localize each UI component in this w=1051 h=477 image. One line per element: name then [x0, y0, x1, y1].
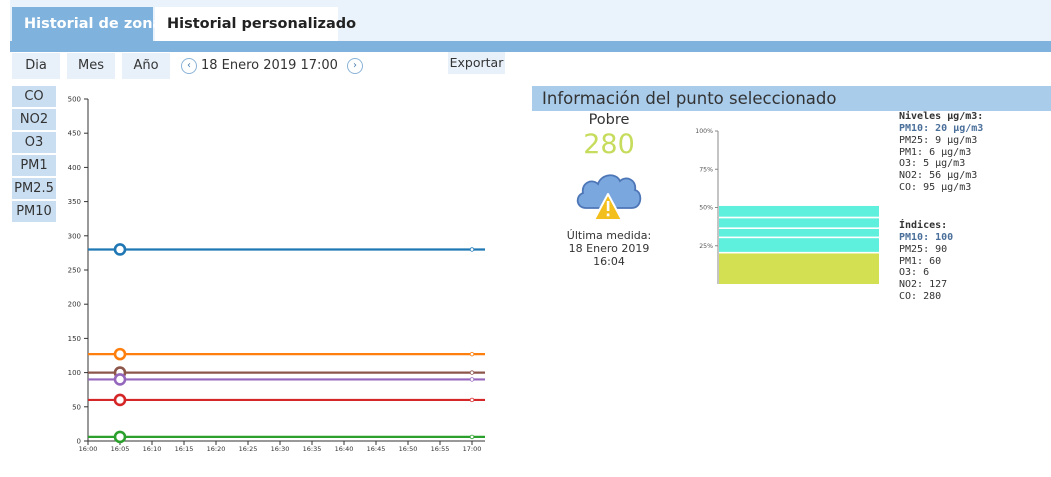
- y-tick-label: 300: [68, 232, 81, 240]
- levels-title: Niveles µg/m3:: [899, 111, 984, 122]
- indices-list-item: O3: 6: [899, 267, 930, 279]
- period-year-button[interactable]: Año: [122, 53, 170, 79]
- y-tick-label: 500: [68, 96, 81, 104]
- period-day-button[interactable]: Dia: [12, 53, 60, 79]
- y-tick-label: 100: [68, 369, 81, 377]
- series-selected-point: [113, 430, 127, 444]
- last-measure-date: 18 Enero 2019: [568, 242, 650, 255]
- indices-list-item: PM25: 90: [899, 243, 948, 255]
- indices-list-item: PM10: 100: [899, 232, 954, 243]
- pollutant-button-o3[interactable]: O3: [12, 132, 56, 153]
- bar-y-tick-label: 25%: [699, 243, 713, 250]
- bar-segment: [719, 228, 879, 237]
- y-tick-label: 200: [68, 301, 81, 309]
- bar-y-tick-label: 100%: [695, 128, 713, 135]
- series-end-point: [469, 351, 475, 357]
- info-panel-title: Información del punto seleccionado: [532, 86, 1051, 111]
- pollutant-button-co[interactable]: CO: [12, 86, 56, 107]
- bar-segment: [719, 218, 879, 228]
- x-tick-label: 16:10: [143, 445, 162, 453]
- levels-list-item: PM1: 6 µg/m3: [899, 146, 972, 158]
- y-tick-label: 450: [68, 130, 81, 138]
- x-tick-label: 16:05: [111, 445, 130, 453]
- pollutant-button-no2[interactable]: NO2: [12, 109, 56, 130]
- series-end-point: [469, 434, 475, 440]
- levels-list-item: O3: 5 µg/m3: [899, 158, 966, 170]
- app-root: Historial de zona Historial personalizad…: [0, 0, 1051, 477]
- bar-segment: [719, 205, 879, 217]
- levels-stacked-bar: 100% 75% 50% 25%: [695, 128, 879, 284]
- pollutant-button-pm1[interactable]: PM1: [12, 155, 56, 176]
- x-tick-label: 16:20: [207, 445, 226, 453]
- series-selected-point: [113, 347, 127, 361]
- indices-list-item: NO2: 127: [899, 279, 948, 291]
- pollutant-button-pm25[interactable]: PM2.5: [12, 178, 56, 199]
- bar-segment: [719, 216, 879, 219]
- bar-segment: [719, 236, 879, 239]
- tab-historial-zona[interactable]: Historial de zona: [12, 7, 162, 41]
- indices-list-item: CO: 280: [899, 291, 942, 302]
- series-selected-point: [113, 393, 127, 407]
- series-end-point: [469, 370, 475, 375]
- x-tick-label: 16:50: [399, 445, 418, 453]
- chevron-left-icon[interactable]: ‹: [181, 58, 197, 74]
- bar-segment: [719, 227, 879, 229]
- series-selected-point: [113, 243, 127, 256]
- tab-historial-personalizado[interactable]: Historial personalizado: [155, 7, 356, 41]
- levels-list-item: CO: 95 µg/m3: [899, 182, 972, 193]
- chevron-right-icon[interactable]: ›: [347, 58, 363, 74]
- x-tick-label: 16:00: [79, 445, 98, 453]
- series-end-point: [469, 377, 475, 382]
- indices-list-item: PM1: 60: [899, 255, 942, 267]
- y-tick-label: 50: [72, 403, 81, 411]
- bar-segment: [719, 238, 879, 252]
- export-button[interactable]: Exportar: [448, 52, 505, 74]
- x-tick-label: 16:55: [431, 445, 450, 453]
- bar-y-tick-label: 50%: [699, 205, 713, 212]
- x-tick-label: 16:15: [175, 445, 194, 453]
- date-label: 18 Enero 2019 17:00: [201, 58, 338, 73]
- y-tick-label: 400: [68, 164, 81, 172]
- cloud-warning-icon: [576, 174, 642, 221]
- last-measure-label: Última medida:: [566, 229, 652, 242]
- tab-underline: [10, 41, 1051, 52]
- bar-segment: [719, 253, 879, 284]
- y-tick-label: 150: [68, 335, 81, 343]
- last-measure-time: 16:04: [593, 255, 625, 268]
- y-tick-label: 250: [68, 267, 81, 275]
- x-tick-label: 16:30: [271, 445, 290, 453]
- x-tick-label: 16:40: [335, 445, 354, 453]
- series-end-point: [469, 397, 475, 403]
- x-tick-label: 16:35: [303, 445, 322, 453]
- y-tick-label: 350: [68, 198, 81, 206]
- x-tick-label: 16:25: [239, 445, 258, 453]
- levels-list-item: PM10: 20 µg/m3: [899, 123, 984, 134]
- left-gutter: [0, 52, 10, 477]
- bar-y-tick-label: 75%: [699, 166, 713, 173]
- period-month-button[interactable]: Mes: [67, 53, 115, 79]
- series-end-point: [469, 247, 475, 252]
- levels-list-item: PM25: 9 µg/m3: [899, 134, 978, 146]
- history-line-chart[interactable]: 05010015020025030035040045050016:00 16:05…: [60, 88, 495, 458]
- levels-list-item: NO2: 56 µg/m3: [899, 170, 978, 182]
- x-tick-label: 17:00: [463, 445, 482, 453]
- x-tick-label: 16:45: [367, 445, 386, 453]
- indices-title: Índices:: [899, 220, 948, 231]
- pollutant-button-pm10[interactable]: PM10: [12, 201, 56, 222]
- aqi-value: 280: [583, 129, 635, 160]
- bar-segment: [719, 251, 879, 254]
- series-selected-point: [113, 373, 127, 386]
- air-quality-label: Pobre: [588, 112, 630, 128]
